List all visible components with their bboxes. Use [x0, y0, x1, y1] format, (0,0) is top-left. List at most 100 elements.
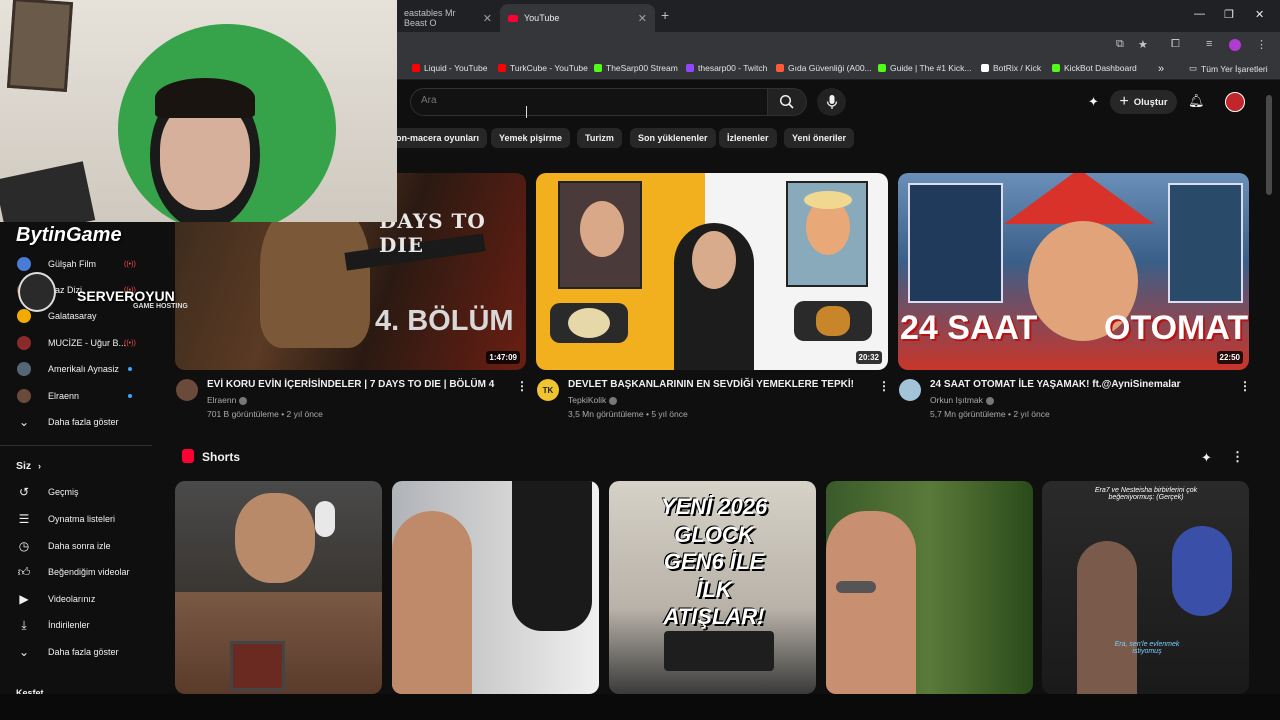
new-tab-icon[interactable]: +: [661, 7, 669, 23]
video-thumbnail[interactable]: 20:32: [536, 173, 888, 370]
sidebar-item-your-videos[interactable]: ▶ Videolarınız: [0, 586, 155, 612]
video-title[interactable]: EVİ KORU EVİN İÇERİSİNDELER | 7 DAYS TO …: [207, 379, 494, 390]
video-age: 2 yıl önce: [1013, 409, 1050, 419]
notifications-bell-icon[interactable]: 🔔︎: [1188, 93, 1205, 109]
channel-avatar[interactable]: [899, 379, 921, 401]
sidebar-item-watch-later[interactable]: ◷ Daha sonra izle: [0, 533, 155, 559]
search-button[interactable]: [767, 88, 807, 116]
sidebar-subscription[interactable]: Amerikalı Aynasiz: [0, 356, 155, 382]
tab-mrbeast[interactable]: eastables Mr Beast O ✕: [396, 4, 500, 32]
video-thumbnail[interactable]: 24 SAAT OTOMAT 22:50: [898, 173, 1249, 370]
bookmark-star-icon[interactable]: ★: [1138, 38, 1148, 51]
sidebar-item-label: Daha fazla göster: [48, 417, 119, 427]
sidebar-item-playlists[interactable]: ☰ Oynatma listeleri: [0, 506, 155, 532]
create-button[interactable]: + Oluştur: [1110, 90, 1177, 114]
chip-filter[interactable]: on-macera oyunları: [396, 128, 488, 148]
channel-avatar[interactable]: [176, 379, 198, 401]
bookmark-item[interactable]: Gıda Güvenliği (A00...: [776, 63, 872, 73]
minimize-icon[interactable]: —: [1194, 8, 1205, 20]
chevron-right-icon[interactable]: »: [1158, 63, 1164, 75]
short-figure: [235, 493, 315, 583]
live-indicator-icon: ((•)): [124, 260, 136, 268]
sidebar-you-heading[interactable]: Siz ›: [0, 453, 155, 479]
short-item[interactable]: [175, 481, 382, 694]
short-window: [230, 641, 285, 691]
sidebar-item-label: İndirilenler: [48, 620, 90, 630]
sidebar-item-history[interactable]: ↺ Geçmiş: [0, 479, 155, 505]
extensions-icon[interactable]: ⧠: [1171, 38, 1180, 51]
gamepad-icon[interactable]: ✦: [1088, 94, 1099, 110]
channel-avatar[interactable]: TK: [537, 379, 559, 401]
thumbnail-text: 24 SAAT: [900, 309, 1038, 347]
sidebar-item-label: Daha sonra izle: [48, 541, 111, 551]
profile-avatar[interactable]: [1229, 39, 1241, 51]
more-options-icon[interactable]: ⋮: [1231, 449, 1244, 465]
chip-filter[interactable]: Turizm: [577, 128, 622, 148]
bookmark-item[interactable]: TheSarp00 Stream: [594, 63, 678, 73]
sidebar-subscription[interactable]: Galatasaray: [0, 303, 155, 329]
menu-kebab-icon[interactable]: ⋮: [1256, 38, 1267, 51]
short-item[interactable]: [826, 481, 1033, 694]
thumbnail-dish: [794, 301, 872, 341]
more-options-icon[interactable]: ⋮: [1239, 379, 1251, 393]
sidebar-item-downloads[interactable]: ⤓ İndirilenler: [0, 612, 155, 638]
maximize-icon[interactable]: ❐: [1224, 8, 1234, 21]
more-options-icon[interactable]: ⋮: [878, 379, 890, 393]
bookmark-item[interactable]: Liquid - YouTube: [412, 63, 488, 73]
video-views: 701 B görüntüleme: [207, 409, 279, 419]
video-channel[interactable]: TepkiKolik: [568, 395, 618, 405]
brand-logo-subtext: GAME HOSTING: [133, 303, 188, 310]
all-bookmarks[interactable]: ▭ Tüm Yer İşaretleri: [1189, 63, 1268, 74]
voice-search-button[interactable]: [817, 88, 846, 116]
short-item[interactable]: Era7 ve Nesteisha birbirlerini çok beğen…: [1042, 481, 1249, 694]
video-title[interactable]: 24 SAAT OTOMAT İLE YAŞAMAK! ft.@AyniSine…: [930, 379, 1181, 390]
sidebar-item-label: Oynatma listeleri: [48, 514, 116, 524]
bookmark-item[interactable]: Guide | The #1 Kick...: [878, 63, 971, 73]
sidebar-show-more[interactable]: ⌄ Daha fazla göster: [0, 409, 155, 435]
close-tab-icon[interactable]: ✕: [483, 12, 492, 25]
more-options-icon[interactable]: ⋮: [516, 379, 528, 393]
youtube-icon: [412, 64, 420, 72]
tab-youtube[interactable]: YouTube ✕: [500, 4, 655, 32]
search-input[interactable]: [421, 95, 721, 106]
thumbnail-text: 4. BÖLÜM: [375, 305, 514, 337]
video-channel[interactable]: Elraenn: [207, 395, 248, 405]
video-title[interactable]: DEVLET BAŞKANLARININ EN SEVDİĞİ YEMEKLER…: [568, 379, 854, 390]
sidebar-subscription[interactable]: Gülşah Film ((•)): [0, 251, 155, 277]
short-figure-hair: [1172, 526, 1232, 616]
chip-filter[interactable]: İzlenenler: [719, 128, 777, 148]
scrollbar[interactable]: [1266, 95, 1272, 195]
bookmark-item[interactable]: BotRix / Kick: [981, 63, 1041, 73]
video-age: 2 yıl önce: [286, 409, 323, 419]
cast-icon[interactable]: ⧉: [1116, 38, 1124, 51]
channel-avatar: [17, 257, 31, 271]
thumbnail-hat: [1004, 173, 1154, 224]
short-item[interactable]: [392, 481, 599, 694]
sidebar-subscription[interactable]: Elraenn: [0, 383, 155, 409]
gamepad-icon[interactable]: ✦: [1201, 450, 1212, 466]
bookmark-item[interactable]: thesarp00 - Twitch: [686, 63, 767, 73]
chip-filter[interactable]: Son yüklenenler: [630, 128, 716, 148]
sidebar-item-liked[interactable]: 👍︎ Beğendiğim videolar: [0, 559, 155, 585]
window-close-icon[interactable]: ✕: [1255, 8, 1264, 21]
account-avatar[interactable]: [1225, 92, 1245, 112]
bookmark-item[interactable]: TurkCube - YouTube: [498, 63, 588, 73]
youtube-favicon-icon: [508, 14, 518, 22]
sidebar-subscription[interactable]: MUCİZE - Uğur B... ((•)): [0, 330, 155, 356]
youtube-icon: [498, 64, 506, 72]
video-channel[interactable]: Orkun Işıtmak: [930, 395, 994, 405]
chip-filter[interactable]: Yeni öneriler: [784, 128, 855, 148]
playlist-icon: ☰: [18, 512, 30, 526]
chip-filter[interactable]: Yemek pişirme: [491, 128, 571, 148]
short-mustache: [836, 581, 876, 593]
twitch-icon: [686, 64, 694, 72]
short-item[interactable]: YENİ 2026 GLOCK GEN6 İLE İLK ATIŞLAR!: [609, 481, 816, 694]
webcam-overlay: [0, 0, 397, 222]
sidebar-show-more[interactable]: ⌄ Daha fazla göster: [0, 639, 155, 665]
sidebar-item-label: MUCİZE - Uğur B...: [48, 338, 127, 348]
bookmark-item[interactable]: KickBot Dashboard: [1052, 63, 1137, 73]
media-icon[interactable]: ≡: [1206, 38, 1212, 50]
sidebar-item-label: Galatasaray: [48, 311, 97, 321]
channel-avatar: [17, 389, 31, 403]
close-tab-icon[interactable]: ✕: [638, 12, 647, 25]
